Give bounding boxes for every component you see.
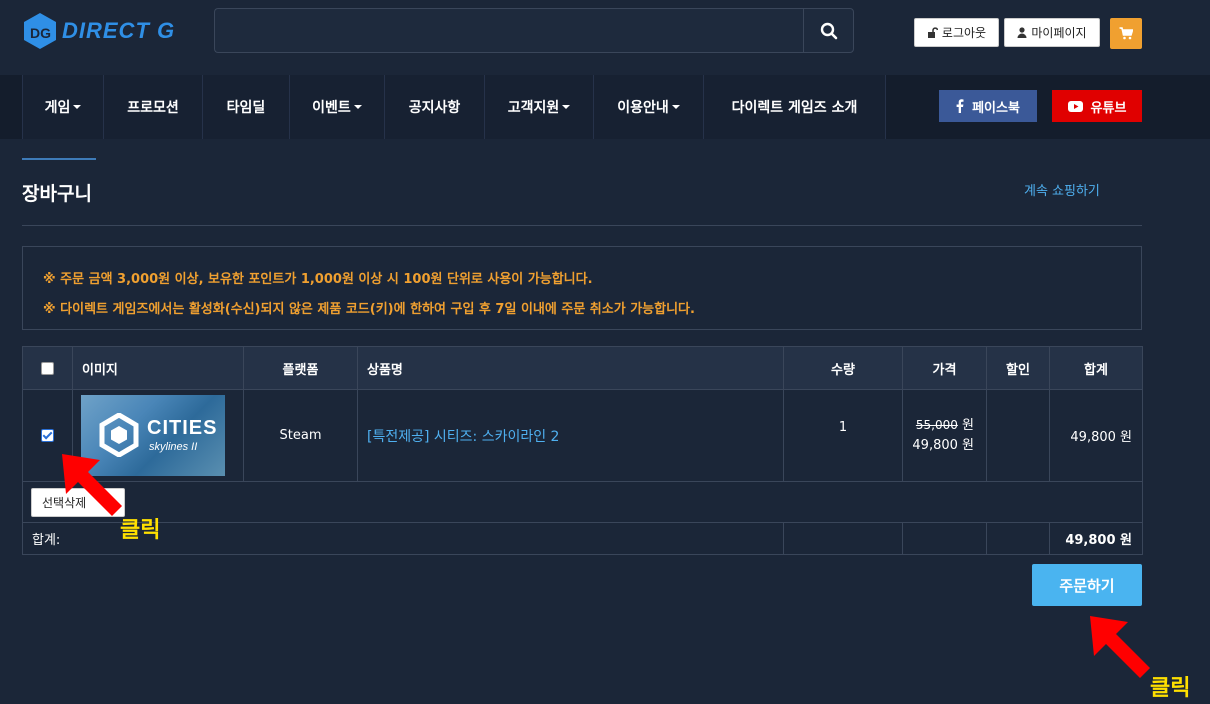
table-row: CITIES skylines II Steam [특전제공] 시티즈: 스카이… [22,389,1143,482]
nav-item-about[interactable]: 다이렉트 게임즈 소개 [703,75,886,139]
row-total: 49,800 원 [1049,389,1143,482]
caret-down-icon [73,105,82,109]
old-price-value: 55,000 [915,418,958,432]
col-header-image: 이미지 [72,346,244,390]
search-button[interactable] [803,8,854,53]
nav-item-game[interactable]: 게임 [22,75,103,139]
row-discount [986,389,1050,482]
table-header-row: 이미지 플랫폼 상품명 수량 가격 할인 합계 [22,346,1143,390]
order-button[interactable]: 주문하기 [1032,564,1142,606]
search-icon [820,22,837,39]
col-header-name: 상품명 [357,346,784,390]
sum-empty-cell [783,522,903,555]
row-name-cell: [특전제공] 시티즈: 스카이라인 2 [357,389,784,482]
caret-down-icon [671,105,680,109]
col-header-platform: 플랫폼 [243,346,358,390]
nav-item-promotion[interactable]: 프로모션 [103,75,202,139]
red-arrow-icon [1090,616,1150,678]
nav-item-guide[interactable]: 이용안내 [593,75,703,139]
title-underline [22,158,96,160]
facebook-label: 페이스북 [972,100,1020,116]
continue-shopping-link[interactable]: 계속 쇼핑하기 [1024,180,1100,199]
sum-empty-cell [986,522,1050,555]
sum-value: 49,800 원 [1049,522,1143,555]
search-input[interactable] [214,8,803,53]
old-price: 55,000 원 [903,415,974,436]
select-all-cell [22,346,73,390]
row-checkbox[interactable] [41,429,54,442]
nav-item-label: 프로모션 [127,100,179,116]
site-logo[interactable]: DG DIRECT G [22,12,175,50]
notice-box: ※ 주문 금액 3,000원 이상, 보유한 포인트가 1,000원 이상 시 … [22,246,1142,330]
nav-item-label: 이벤트 [312,100,351,116]
red-arrow-icon [62,454,122,516]
top-header: DG DIRECT G 로그아웃 마이페이지 [0,0,1210,75]
product-name-link[interactable]: [특전제공] 시티즈: 스카이라인 2 [358,429,559,445]
nav-item-notice[interactable]: 공지사항 [384,75,484,139]
title-divider [22,225,1142,226]
table-total-row: 합계: 49,800 원 [22,522,1143,555]
sum-empty-cell [902,522,987,555]
mypage-button[interactable]: 마이페이지 [1004,18,1100,47]
action-cell: 선택삭제 [22,481,1143,523]
col-header-qty: 수량 [783,346,903,390]
nav-item-support[interactable]: 고객지원 [484,75,593,139]
page-title: 장바구니 [22,183,92,205]
youtube-label: 유튜브 [1090,100,1127,116]
caret-down-icon [562,105,571,109]
svg-text:DG: DG [30,25,51,41]
facebook-icon [956,99,964,113]
youtube-icon [1067,100,1083,112]
nav-item-label: 공지사항 [408,100,461,116]
nav-item-label: 타임딜 [226,100,266,116]
cart-table: 이미지 플랫폼 상품명 수량 가격 할인 합계 CITIES skylines … [22,346,1143,555]
col-header-discount: 할인 [986,346,1050,390]
notice-line: ※ 다이렉트 게임즈에서는 활성화(수신)되지 않은 제품 코드(키)에 한하여… [43,302,695,317]
nav-item-label: 게임 [44,100,71,116]
user-icon [1017,27,1027,38]
col-header-price: 가격 [902,346,987,390]
logout-label: 로그아웃 [941,26,987,40]
cart-button[interactable] [1110,18,1142,49]
nav-item-label: 다이렉트 게임즈 소개 [731,100,858,116]
nav-item-label: 고객지원 [507,100,560,116]
thumb-subtitle: skylines II [149,441,198,453]
lock-icon [927,27,938,38]
logo-text: DIRECT G [62,18,176,43]
logout-button[interactable]: 로그아웃 [914,18,999,47]
col-header-total: 합계 [1049,346,1143,390]
youtube-button[interactable]: 유튜브 [1052,90,1142,122]
row-platform: Steam [243,389,358,482]
mypage-label: 마이페이지 [1031,26,1087,40]
table-action-row: 선택삭제 [22,481,1143,523]
search-bar [214,8,854,53]
row-qty: 1 [783,389,903,482]
click-annotation: 클릭 [1150,676,1191,701]
old-price-unit: 원 [962,418,974,433]
cities-logo-icon [99,413,139,457]
row-price-cell: 55,000 원 49,800 원 [902,389,987,482]
notice-line: ※ 주문 금액 3,000원 이상, 보유한 포인트가 1,000원 이상 시 … [43,272,593,287]
nav-item-label: 이용안내 [617,100,669,116]
nav-menu: 게임 프로모션 타임딜 이벤트 공지사항 고객지원 이용안내 다이렉트 게임즈 … [22,75,886,139]
thumb-title: CITIES [147,417,218,439]
caret-down-icon [353,105,362,109]
facebook-button[interactable]: 페이스북 [939,90,1037,122]
current-price: 49,800 원 [912,438,974,453]
logo-hex-icon: DG [24,13,56,49]
nav-item-timedeal[interactable]: 타임딜 [202,75,289,139]
click-annotation: 클릭 [120,518,161,543]
cart-icon [1119,27,1133,40]
nav-item-event[interactable]: 이벤트 [289,75,384,139]
select-all-checkbox[interactable] [41,361,54,375]
